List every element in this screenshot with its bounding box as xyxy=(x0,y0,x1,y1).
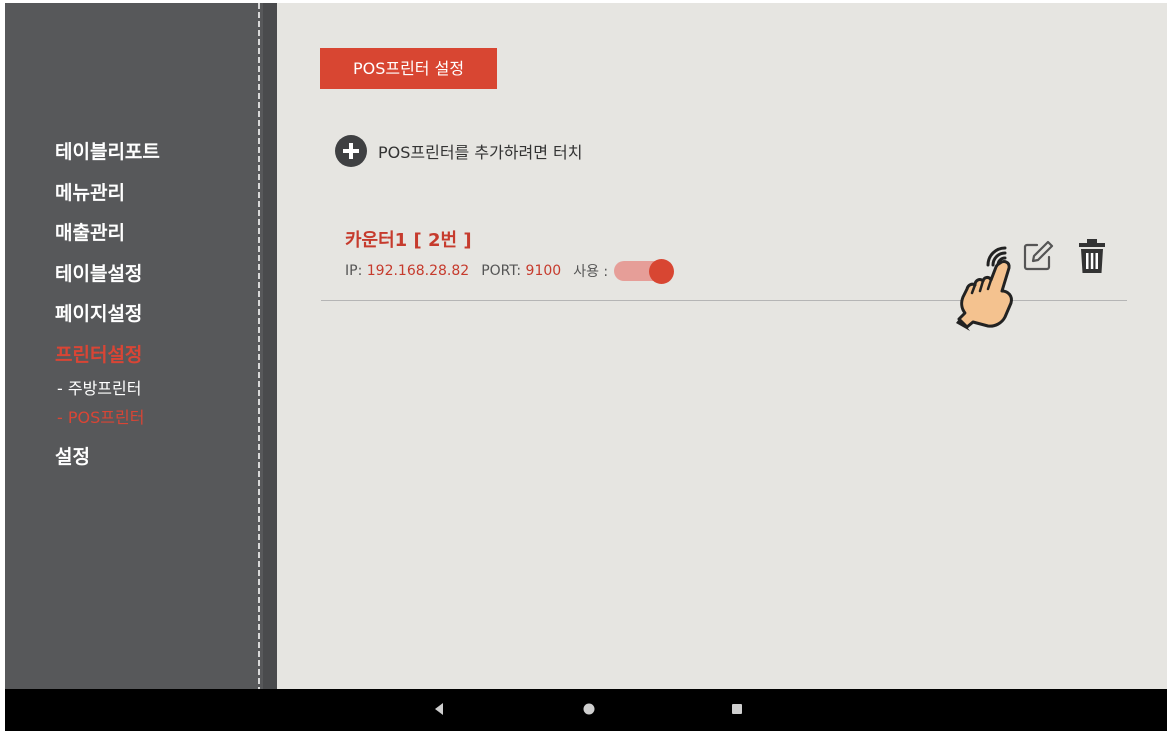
nav-home-button[interactable] xyxy=(579,699,599,719)
port-value: 9100 xyxy=(525,263,562,279)
use-toggle[interactable] xyxy=(614,259,675,284)
sidebar-item-table-report[interactable]: 테이블리포트 xyxy=(55,137,160,178)
app-screen: 테이블리포트 메뉴관리 매출관리 테이블설정 페이지설정 프린터설정 - 주방프… xyxy=(5,3,1167,731)
recent-square-icon xyxy=(732,704,742,714)
plus-circle-icon[interactable] xyxy=(335,135,367,167)
sidebar-item-page-settings[interactable]: 페이지설정 xyxy=(55,299,160,340)
sidebar-edge xyxy=(263,3,277,689)
nav-back-button[interactable] xyxy=(429,699,449,719)
ip-value: 192.168.28.82 xyxy=(366,263,470,279)
edit-pencil-icon xyxy=(1023,240,1054,271)
sidebar: 테이블리포트 메뉴관리 매출관리 테이블설정 페이지설정 프린터설정 - 주방프… xyxy=(5,3,263,689)
printer-info: IP: 192.168.28.82 PORT: 9100 사용 : xyxy=(345,259,675,284)
page-title: POS프린터 설정 xyxy=(320,48,497,89)
trash-icon xyxy=(1079,239,1105,273)
sidebar-item-table-settings[interactable]: 테이블설정 xyxy=(55,259,160,300)
ip-label: IP: xyxy=(345,263,363,279)
edit-button[interactable] xyxy=(1021,239,1055,273)
sidebar-item-sales-management[interactable]: 매출관리 xyxy=(55,218,160,259)
toggle-knob xyxy=(649,259,675,284)
nav-recent-button[interactable] xyxy=(727,699,747,719)
delete-button[interactable] xyxy=(1076,237,1108,275)
back-triangle-icon xyxy=(435,703,443,715)
sidebar-subitem-pos-printer[interactable]: - POS프린터 xyxy=(55,406,160,438)
sidebar-subitem-kitchen-printer[interactable]: - 주방프린터 xyxy=(55,377,160,409)
sidebar-menu: 테이블리포트 메뉴관리 매출관리 테이블설정 페이지설정 프린터설정 - 주방프… xyxy=(55,137,160,483)
sidebar-item-settings[interactable]: 설정 xyxy=(55,442,160,483)
tap-hand-icon xyxy=(953,243,1023,335)
home-circle-icon xyxy=(583,703,595,715)
add-printer-label[interactable]: POS프린터를 추가하려면 터치 xyxy=(378,139,583,163)
sidebar-item-printer-settings[interactable]: 프린터설정 xyxy=(55,340,160,381)
printer-name: 카운터1 [ 2번 ] xyxy=(345,230,472,251)
sidebar-dashed-divider xyxy=(258,3,260,689)
use-label: 사용 : xyxy=(573,264,609,280)
system-nav-bar xyxy=(5,689,1167,731)
sidebar-item-menu-management[interactable]: 메뉴관리 xyxy=(55,178,160,219)
add-printer-button[interactable]: POS프린터를 추가하려면 터치 xyxy=(335,134,583,168)
port-label: PORT: xyxy=(481,263,522,279)
